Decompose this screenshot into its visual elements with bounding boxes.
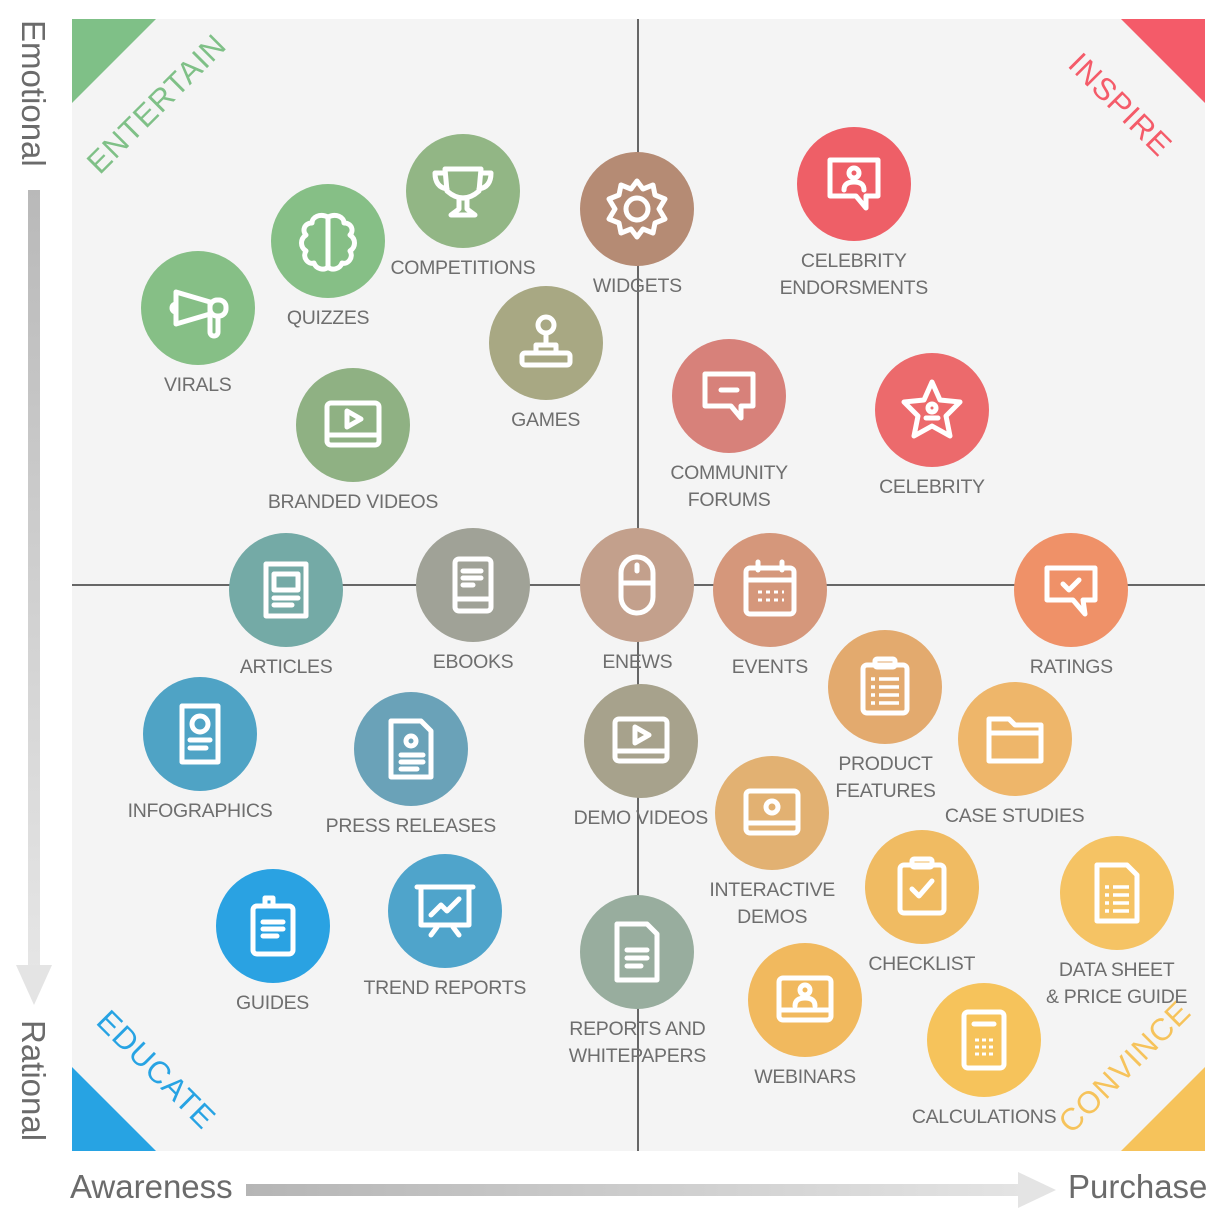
content-node-circle <box>580 152 695 267</box>
content-node-circle <box>874 352 989 467</box>
content-node-label: REPORTS AND WHITEPAPERS <box>568 1017 707 1067</box>
calendar-icon <box>743 559 797 617</box>
content-node-circle <box>712 532 827 647</box>
awareness-axis-label: Awareness <box>70 1168 233 1205</box>
content-node-circle <box>215 868 330 983</box>
content-node-label: DATA SHEET & PRICE GUIDE <box>1045 958 1188 1008</box>
mouse-icon <box>618 554 656 616</box>
presentation-chart-icon <box>414 884 476 938</box>
video-player-icon <box>612 716 670 764</box>
speech-bubble-person-icon <box>827 157 881 211</box>
datasheet-icon <box>1094 862 1140 924</box>
document-icon <box>614 921 660 983</box>
content-node-circle <box>416 528 531 642</box>
content-node-label: CELEBRITY ENDORSMENTS <box>779 250 929 300</box>
content-node-circle <box>672 338 787 453</box>
joystick-icon <box>519 314 573 368</box>
trophy-icon <box>432 166 494 218</box>
content-node-circle <box>583 684 698 799</box>
content-node-label: BRANDED VIDEOS <box>267 491 439 514</box>
interactive-screen-icon <box>743 788 801 836</box>
content-node-circle <box>1014 532 1129 647</box>
clipboard-check-icon <box>897 856 947 916</box>
content-node-label: INTERACTIVE DEMOS <box>709 878 835 928</box>
emotional-axis-label: Emotional <box>15 20 52 167</box>
content-node-circle <box>715 755 830 870</box>
content-node-circle <box>748 943 863 1058</box>
content-node-circle <box>143 677 258 792</box>
content-node-label: CASE STUDIES <box>944 804 1085 827</box>
content-node-circle <box>927 983 1042 1098</box>
folder-icon <box>986 716 1044 764</box>
content-node-circle <box>405 134 520 249</box>
rational-axis-label: Rational <box>15 1020 52 1142</box>
content-node-label: GAMES <box>511 408 581 431</box>
clipboard-list-icon <box>860 656 910 716</box>
video-player-icon <box>324 400 382 448</box>
star-person-icon <box>901 379 963 439</box>
content-node-circle <box>295 368 410 483</box>
content-node-circle <box>488 285 603 400</box>
content-node-label: CALCULATIONS <box>911 1106 1057 1129</box>
content-node-label: QUIZZES <box>286 306 370 329</box>
infographic-icon <box>179 703 221 765</box>
calculator-icon <box>961 1009 1007 1071</box>
content-node-label: RATINGS <box>1029 655 1113 678</box>
purchase-axis-label: Purchase <box>1068 1168 1208 1205</box>
content-node-circle <box>229 532 344 647</box>
inspire-corner <box>1121 19 1205 103</box>
content-node-circle <box>580 894 695 1009</box>
content-node-label: TREND REPORTS <box>363 977 527 1000</box>
comment-icon <box>702 371 756 421</box>
press-release-icon <box>388 718 434 780</box>
content-node-label: VIRALS <box>163 373 232 396</box>
content-node-circle <box>828 629 943 744</box>
content-node-label: WEBINARS <box>754 1066 856 1089</box>
content-node-circle <box>864 830 979 945</box>
content-marketing-matrix: ENTERTAIN INSPIRE EDUCATE CONVINCE VIRAL… <box>0 0 1230 1224</box>
content-node-label: INFOGRAPHICS <box>127 800 273 823</box>
ebook-icon <box>452 556 494 614</box>
article-icon <box>263 561 309 619</box>
content-node-label: PRESS RELEASES <box>325 815 497 838</box>
content-node-circle <box>353 692 468 807</box>
content-node-circle <box>387 854 502 969</box>
gear-icon <box>606 178 668 240</box>
rating-bubble-icon <box>1044 565 1098 617</box>
content-node-circle <box>796 127 911 242</box>
plot-area: ENTERTAIN INSPIRE EDUCATE CONVINCE VIRAL… <box>72 19 1205 1151</box>
content-node-circle <box>1059 835 1174 950</box>
webinar-icon <box>776 975 834 1023</box>
vertical-axis-arrow <box>16 190 52 1005</box>
content-node-circle <box>580 528 695 642</box>
content-node-circle <box>957 681 1072 796</box>
guide-icon <box>250 895 296 957</box>
content-node-label: CELEBRITY <box>879 475 985 498</box>
horizontal-axis-arrow <box>246 1172 1056 1208</box>
